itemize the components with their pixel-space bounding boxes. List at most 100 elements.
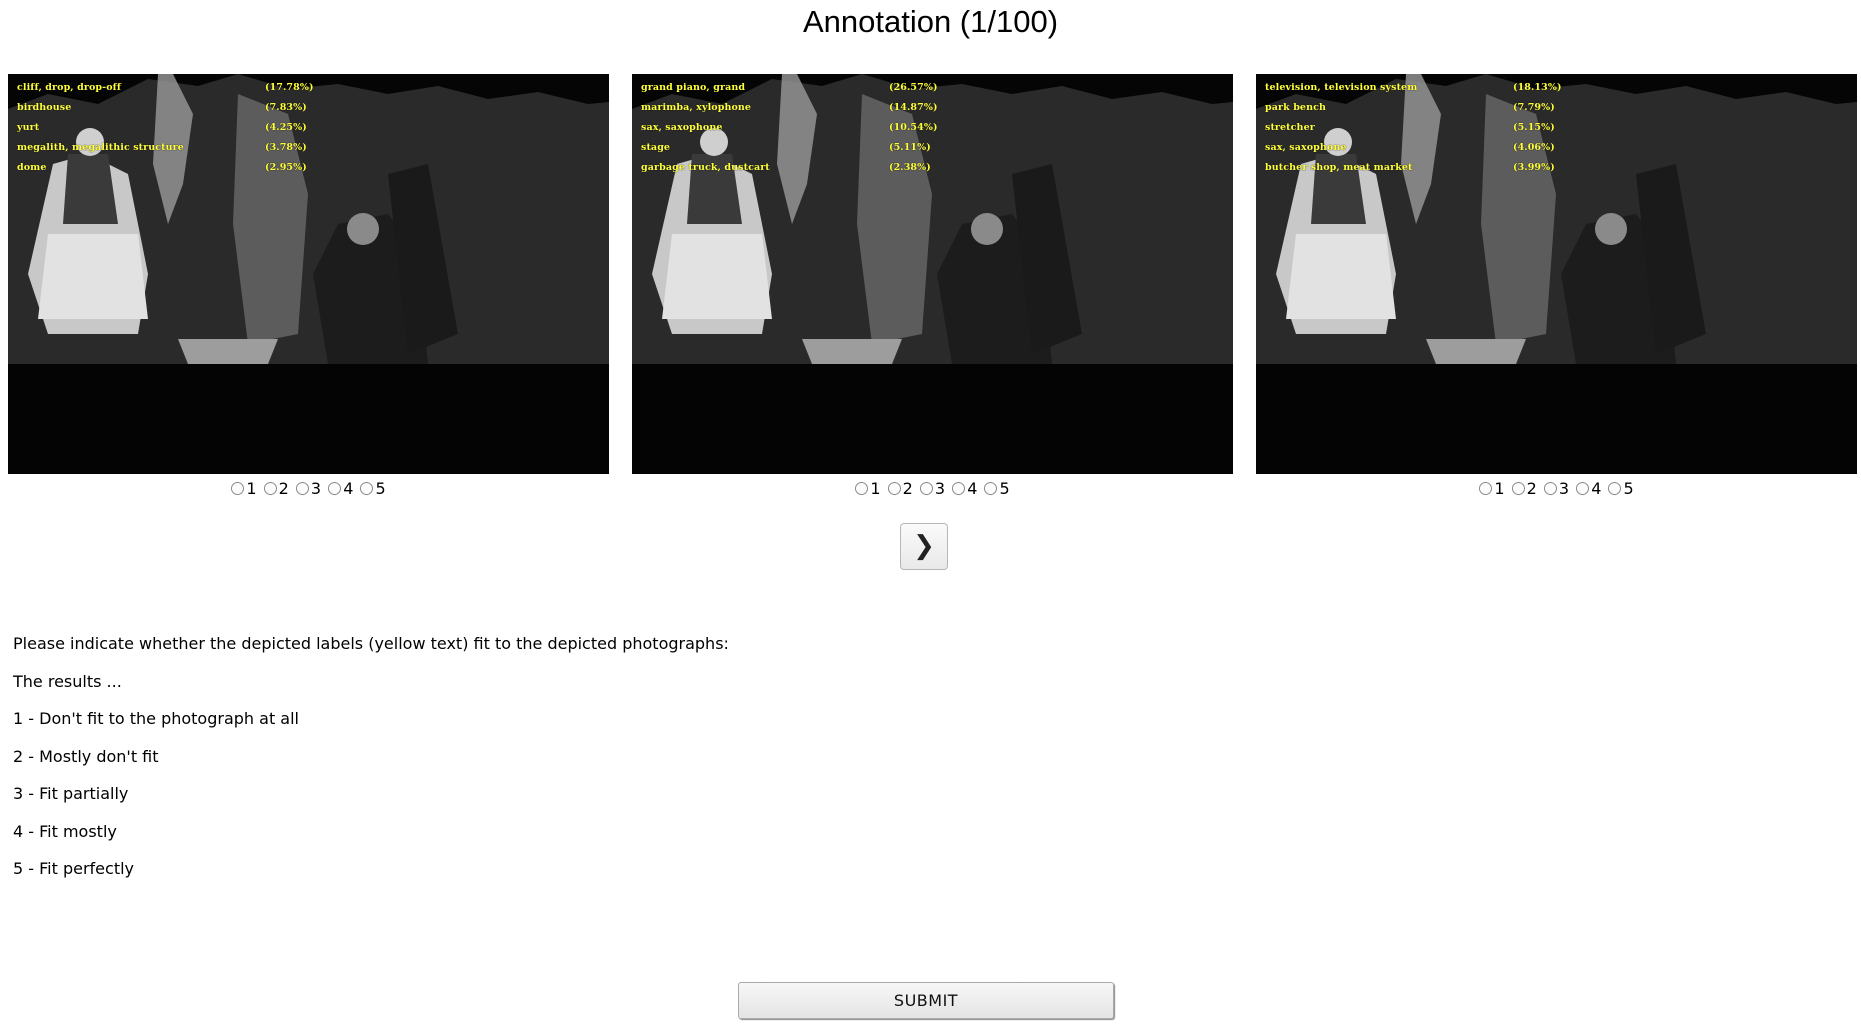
label-row: television, television system (18.13%) [1265,82,1561,96]
radio-button[interactable] [952,482,966,495]
label-name: sax, saxophone [1265,142,1347,153]
rating-option-5[interactable]: 5 [1608,479,1634,499]
radio-button[interactable] [263,482,277,495]
rating-option-label: 4 [967,479,978,498]
rating-option-2[interactable]: 2 [263,479,289,499]
label-row: garbage truck, dustcart (2.38%) [641,162,931,176]
radio-button[interactable] [919,482,933,495]
rating-option-label: 1 [870,479,881,498]
image-card-3: television, television system (18.13%) pa… [1256,74,1857,498]
rating-option-5[interactable]: 5 [984,479,1010,499]
rating-option-3[interactable]: 3 [295,479,322,499]
radio-button[interactable] [295,482,309,495]
radio-button[interactable] [1511,482,1525,495]
label-percentage: (5.15%) [1513,122,1555,133]
label-row: stretcher (5.15%) [1265,122,1555,136]
rating-option-label: 2 [278,479,289,498]
rating-option-1[interactable]: 1 [855,479,881,499]
label-percentage: (4.25%) [265,122,307,133]
label-name: megalith, megalithic structure [17,142,184,153]
scale-item: 5 - Fit perfectly [13,859,135,878]
label-row: marimba, xylophone (14.87%) [641,102,937,116]
rating-option-3[interactable]: 3 [1543,479,1570,499]
rating-option-3[interactable]: 3 [919,479,946,499]
scale-item: 1 - Don't fit to the photograph at all [13,709,299,728]
label-percentage: (5.11%) [889,142,931,153]
label-row: sax, saxophone (10.54%) [641,122,937,136]
rating-group-1: 1 2 3 4 5 [8,479,609,499]
label-name: yurt [17,122,40,133]
radio-button[interactable] [855,482,869,495]
label-name: park bench [1265,102,1326,113]
prediction-labels: cliff, drop, drop-off (17.78%) birdhouse (… [8,74,609,194]
label-percentage: (4.06%) [1513,142,1555,153]
label-row: stage (5.11%) [641,142,931,156]
label-name: dome [17,162,47,173]
label-row: dome (2.95%) [17,162,307,176]
label-percentage: (14.87%) [889,102,938,113]
label-row: sax, saxophone (4.06%) [1265,142,1555,156]
label-name: garbage truck, dustcart [641,162,770,173]
rating-option-label: 4 [1591,479,1602,498]
scale-item: 4 - Fit mostly [13,821,117,841]
radio-button[interactable] [1608,482,1622,495]
rating-option-label: 3 [310,479,322,498]
rating-option-2[interactable]: 2 [887,479,913,499]
label-name: stretcher [1265,122,1315,133]
label-percentage: (2.95%) [265,162,307,173]
rating-option-label: 3 [934,479,946,498]
label-row: park bench (7.79%) [1265,102,1555,116]
image-card-2: grand piano, grand (26.57%) marimba, xylo… [632,74,1233,498]
submit-button[interactable]: SUBMIT [738,982,1114,1019]
radio-button[interactable] [360,482,374,495]
page-title: Annotation (1/100) [802,4,1059,39]
rating-option-1[interactable]: 1 [231,479,257,499]
radio-button[interactable] [887,482,901,495]
label-percentage: (3.99%) [1513,162,1555,173]
label-name: grand piano, grand [641,82,746,93]
radio-button[interactable] [1576,482,1590,495]
rating-option-4[interactable]: 4 [328,479,353,499]
label-percentage: (2.38%) [889,162,931,173]
instructions: Please indicate whether the depicted lab… [13,634,729,897]
label-name: birdhouse [17,102,72,113]
label-percentage: (18.13%) [1513,82,1562,93]
label-percentage: (10.54%) [889,122,938,133]
rating-option-label: 5 [999,479,1010,498]
label-percentage: (7.79%) [1513,102,1555,113]
rating-option-2[interactable]: 2 [1511,479,1537,499]
label-name: stage [641,142,671,153]
rating-group-2: 1 2 3 4 5 [632,479,1233,499]
radio-button[interactable] [231,482,245,495]
label-percentage: (26.57%) [889,82,938,93]
radio-button[interactable] [328,482,342,495]
rating-option-label: 5 [1623,479,1634,498]
rating-option-label: 3 [1558,479,1570,498]
next-button[interactable]: ❯ [900,523,948,570]
chevron-right-icon: ❯ [913,531,935,561]
label-row: megalith, megalithic structure (3.78%) [17,142,307,156]
label-row: butcher shop, meat market (3.99%) [1265,162,1555,176]
label-name: television, television system [1265,82,1418,93]
radio-button[interactable] [1479,482,1493,495]
label-row: grand piano, grand (26.57%) [641,82,937,96]
rating-option-4[interactable]: 4 [952,479,977,499]
radio-button[interactable] [1543,482,1557,495]
instructions-intro: Please indicate whether the depicted lab… [13,634,729,653]
label-name: butcher shop, meat market [1265,162,1413,173]
label-row: birdhouse (7.83%) [17,102,307,116]
rating-option-label: 2 [902,479,913,498]
radio-button[interactable] [984,482,998,495]
photograph-1: cliff, drop, drop-off (17.78%) birdhouse (… [8,74,609,474]
rating-option-5[interactable]: 5 [360,479,386,499]
rating-group-3: 1 2 3 4 5 [1256,479,1857,499]
rating-option-label: 5 [375,479,386,498]
label-percentage: (7.83%) [265,102,307,113]
rating-option-1[interactable]: 1 [1479,479,1505,499]
scale-item: 3 - Fit partially [13,784,129,803]
label-name: cliff, drop, drop-off [17,82,122,93]
image-card-1: cliff, drop, drop-off (17.78%) birdhouse (… [8,74,609,498]
rating-option-4[interactable]: 4 [1576,479,1601,499]
label-row: yurt (4.25%) [17,122,307,136]
label-row: cliff, drop, drop-off (17.78%) [17,82,313,96]
